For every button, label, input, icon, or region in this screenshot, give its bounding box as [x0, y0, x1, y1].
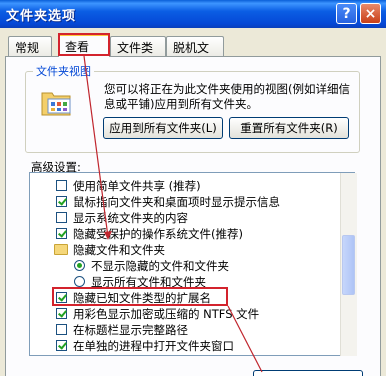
- checkbox[interactable]: [56, 180, 67, 191]
- folder-icon: [54, 244, 68, 255]
- list-item[interactable]: 显示系统文件夹的内容: [30, 210, 340, 226]
- window-title: 文件夹选项: [6, 9, 77, 24]
- help-button[interactable]: ?: [336, 3, 357, 24]
- checkbox[interactable]: [56, 308, 67, 319]
- tab-offline-files[interactable]: 脱机文件: [166, 36, 224, 72]
- list-item[interactable]: 使用简单文件共享 (推荐): [30, 178, 340, 194]
- folder-view-icon: [40, 87, 74, 116]
- title-bar: 文件夹选项 ? ×: [0, 0, 386, 28]
- highlight-hide-extensions: [52, 287, 228, 306]
- list-item[interactable]: 不显示隐藏的文件和文件夹: [30, 258, 340, 274]
- radio-button[interactable]: [74, 276, 85, 287]
- list-item[interactable]: 在单独的进程中打开文件夹窗口: [30, 338, 340, 354]
- list-item-folder: 隐藏文件和文件夹: [30, 242, 340, 258]
- folder-options-dialog: 文件夹选项 ? × 常规 查看 文件类型 脱机文件 文件夹视图 您可以将正在为此…: [0, 0, 386, 376]
- checkbox[interactable]: [56, 340, 67, 351]
- tab-file-types[interactable]: 文件类型: [110, 36, 166, 72]
- folder-views-label: 文件夹视图: [33, 63, 94, 79]
- checkbox[interactable]: [56, 196, 67, 207]
- list-scrollbar[interactable]: [340, 173, 357, 356]
- highlight-view-tab: [58, 33, 110, 56]
- list-item[interactable]: 在标题栏显示完整路径: [30, 322, 340, 338]
- scrollbar-thumb[interactable]: [342, 235, 355, 295]
- folder-views-description: 您可以将正在为此文件夹使用的视图(例如详细信息或平铺)应用到所有文件夹。: [104, 82, 350, 111]
- radio-button[interactable]: [74, 260, 85, 271]
- close-button[interactable]: ×: [360, 3, 381, 24]
- bottom-button[interactable]: [253, 370, 363, 376]
- checkbox[interactable]: [56, 324, 67, 335]
- apply-to-all-folders-button[interactable]: 应用到所有文件夹(L): [103, 117, 223, 139]
- advanced-settings-list[interactable]: 使用简单文件共享 (推荐) 鼠标指向文件夹和桌面项时显示提示信息 显示系统文件夹…: [29, 172, 355, 356]
- list-item[interactable]: 隐藏受保护的操作系统文件(推荐): [30, 226, 340, 242]
- list-item[interactable]: 鼠标指向文件夹和桌面项时显示提示信息: [30, 194, 340, 210]
- checkbox[interactable]: [56, 228, 67, 239]
- reset-all-folders-button[interactable]: 重置所有文件夹(R): [229, 117, 349, 139]
- list-item[interactable]: 用彩色显示加密或压缩的 NTFS 文件: [30, 306, 340, 322]
- tab-general[interactable]: 常规: [8, 36, 52, 56]
- checkbox[interactable]: [56, 212, 67, 223]
